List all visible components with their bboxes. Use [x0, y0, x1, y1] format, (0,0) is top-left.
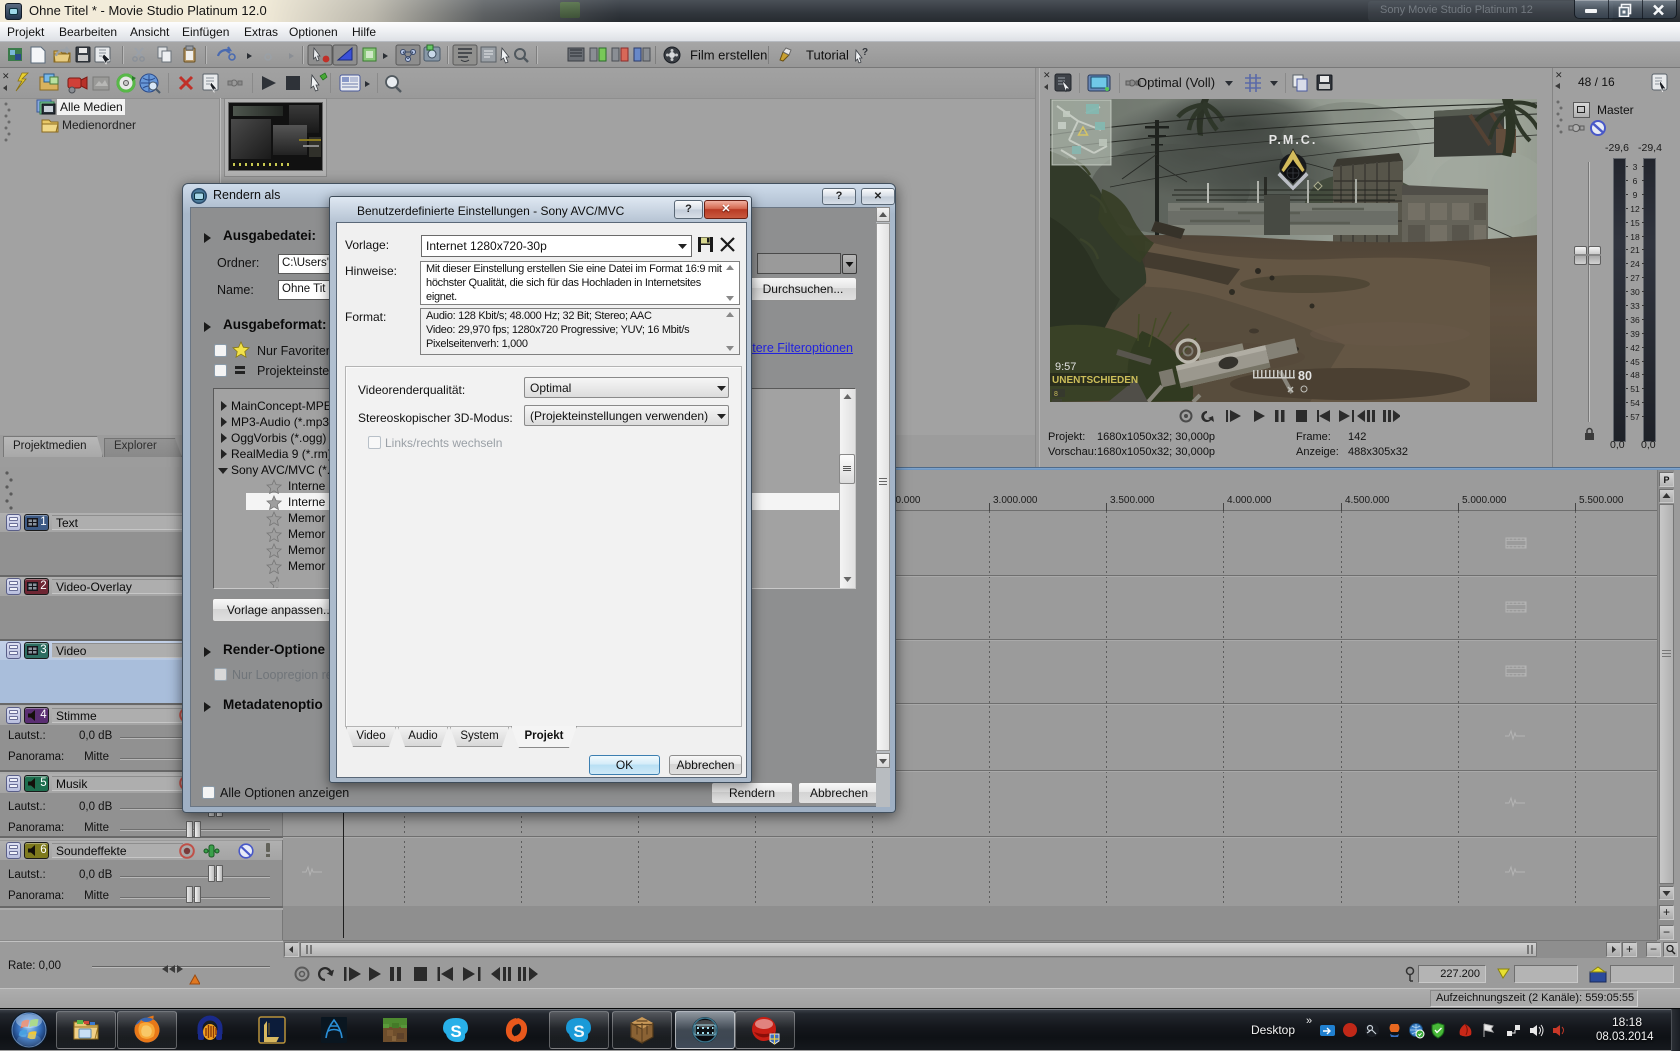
svg-text:✕: ✕: [1043, 70, 1051, 80]
svg-text:S: S: [573, 1022, 584, 1041]
svg-text:?: ?: [862, 47, 868, 58]
svg-text:S: S: [450, 1022, 461, 1041]
svg-text:✕: ✕: [2, 71, 10, 81]
svg-text:UNENTSCHIEDEN: UNENTSCHIEDEN: [1052, 375, 1138, 386]
svg-text:8: 8: [1054, 391, 1058, 398]
svg-text:9:57: 9:57: [1055, 361, 1076, 373]
svg-text:Tutorial: Tutorial: [806, 48, 849, 63]
svg-text:Film erstellen: Film erstellen: [690, 48, 767, 63]
svg-text:P.M.C.: P.M.C.: [1269, 133, 1318, 147]
svg-text:80: 80: [1298, 369, 1312, 383]
svg-text:Optimal (Voll): Optimal (Voll): [1137, 75, 1215, 90]
